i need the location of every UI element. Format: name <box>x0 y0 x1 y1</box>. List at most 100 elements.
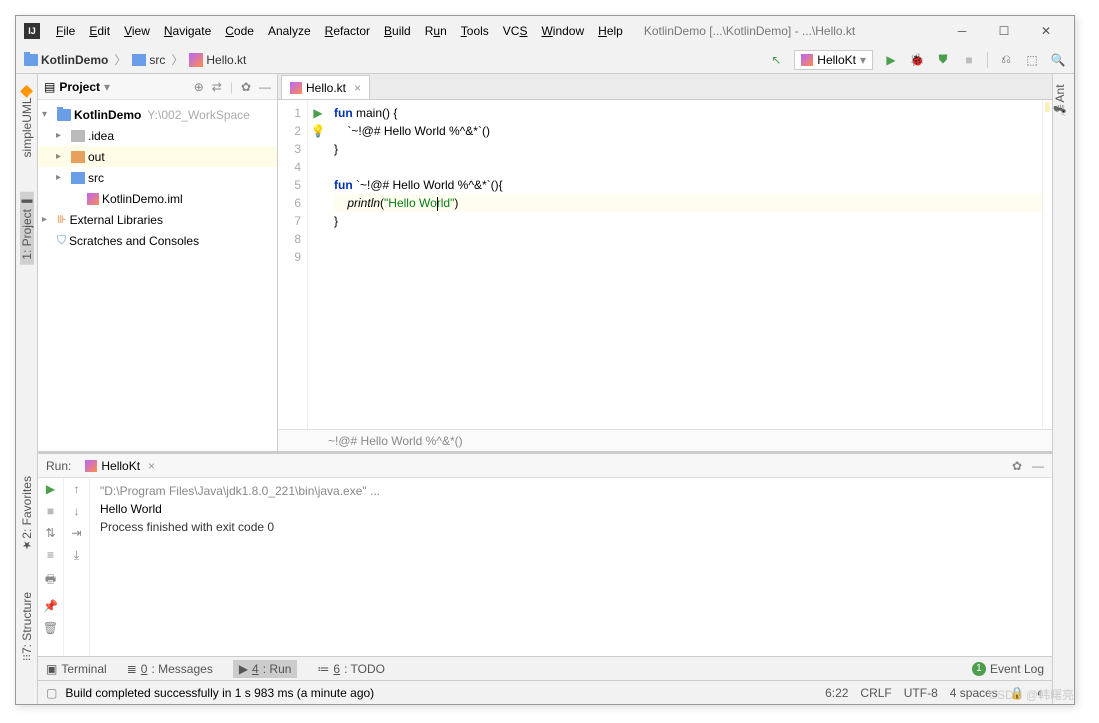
gear-icon[interactable]: ✿ <box>1012 459 1022 473</box>
folder-icon <box>71 172 85 184</box>
tree-iml[interactable]: KotlinDemo.iml <box>38 188 277 209</box>
bb-run[interactable]: ▶ 4: Run <box>233 660 298 678</box>
nav-bar: KotlinDemo 〉 src 〉 Hello.kt ↖ HelloKt ▾ … <box>16 46 1074 74</box>
menu-bar: File Edit View Navigate Code Analyze Ref… <box>50 21 629 41</box>
chevron-right-icon: 〉 <box>171 51 183 68</box>
code-editor[interactable]: 123456789 ▶ 💡 fun main() { `~!@# Hello W… <box>278 100 1052 429</box>
stop-icon[interactable]: ■ <box>47 504 54 518</box>
title-bar: IJ File Edit View Navigate Code Analyze … <box>16 16 1074 46</box>
rail-structure[interactable]: ⁝⁝ 7: Structure <box>20 587 34 666</box>
toolbar-right: ↖ HelloKt ▾ ▶ 🐞 ⛊ ■ ⎌ ⬚ 🔍 <box>768 50 1066 70</box>
rail-ant[interactable]: 🐜 Ant <box>1053 79 1067 120</box>
menu-build[interactable]: Build <box>378 21 417 41</box>
tree-root[interactable]: ▾KotlinDemoY:\002_WorkSpace <box>38 104 277 125</box>
tree-external-libs[interactable]: ▸⊪External Libraries <box>38 209 277 230</box>
menu-analyze[interactable]: Analyze <box>262 21 317 41</box>
menu-help[interactable]: Help <box>592 21 629 41</box>
hide-icon[interactable]: — <box>1032 459 1044 473</box>
menu-window[interactable]: Window <box>535 21 590 41</box>
rail-project[interactable]: 1: Project ▬ <box>20 192 34 265</box>
debug-button[interactable]: 🐞 <box>909 52 925 68</box>
console-output[interactable]: "D:\Program Files\Java\jdk1.8.0_221\bin\… <box>90 478 1052 656</box>
line-separator[interactable]: CRLF <box>860 686 891 700</box>
bc-project[interactable]: KotlinDemo <box>24 53 108 67</box>
code-lines: fun main() { `~!@# Hello World %^&*`() }… <box>328 100 1042 429</box>
tree-src[interactable]: ▸src <box>38 167 277 188</box>
run-button[interactable]: ▶ <box>883 52 899 68</box>
scroll-icon[interactable]: ⤓ <box>74 548 79 563</box>
layout-icon[interactable]: ⬚ <box>1024 52 1040 68</box>
error-stripe[interactable] <box>1042 100 1052 429</box>
bulb-icon[interactable]: 💡 <box>308 122 328 140</box>
hammer-icon[interactable]: ↖ <box>768 52 784 68</box>
folder-icon <box>132 54 146 66</box>
search-icon[interactable]: 🔍 <box>1050 52 1066 68</box>
trash-icon[interactable]: 🗑 <box>43 621 58 635</box>
menu-code[interactable]: Code <box>219 21 260 41</box>
run-tool-window: Run: HelloKt × ✿ — ▶ ■ ⇅ <box>38 451 1052 656</box>
cursor-position[interactable]: 6:22 <box>825 686 848 700</box>
window-controls: ─ ☐ ✕ <box>950 19 1058 43</box>
center-column: ▤ Project ▾ ⊕ ⇄ | ✿ — ▾KotlinDemoY:\002_… <box>38 74 1052 704</box>
menu-vcs[interactable]: VCS <box>497 21 534 41</box>
menu-tools[interactable]: Tools <box>455 21 495 41</box>
git-icon[interactable]: ⎌ <box>998 52 1014 68</box>
bb-messages[interactable]: ≣ 0: Messages <box>127 662 213 676</box>
line-number-gutter: 123456789 <box>278 100 308 429</box>
editor-tab-hello[interactable]: Hello.kt × <box>281 75 370 99</box>
run-tab[interactable]: HelloKt × <box>81 457 159 475</box>
target-icon[interactable]: ⊕ <box>194 80 204 94</box>
close-button[interactable]: ✕ <box>1034 19 1058 43</box>
down-icon[interactable]: ↓ <box>74 504 80 518</box>
notification-badge-icon: 1 <box>972 662 986 676</box>
wrap-icon[interactable]: ⇥ <box>71 526 81 540</box>
folder-icon <box>71 130 85 142</box>
chevron-right-icon: 〉 <box>114 51 126 68</box>
rail-simpleuml[interactable]: simpleUML 🔶 <box>20 79 34 162</box>
status-hide-icon[interactable]: ▢ <box>46 686 57 700</box>
menu-edit[interactable]: Edit <box>83 21 116 41</box>
bb-todo[interactable]: ≔ 6: TODO <box>317 662 385 676</box>
tree-out[interactable]: ▸out <box>38 146 277 167</box>
window-title: KotlinDemo [...\KotlinDemo] - ...\Hello.… <box>644 24 950 38</box>
upper-split: ▤ Project ▾ ⊕ ⇄ | ✿ — ▾KotlinDemoY:\002_… <box>38 74 1052 451</box>
bb-eventlog[interactable]: 1 Event Log <box>972 662 1044 676</box>
tree-scratches[interactable]: ⛉Scratches and Consoles <box>38 230 277 251</box>
layout-icon[interactable]: ⇅ <box>45 526 55 540</box>
right-tool-rail: 🐜 Ant <box>1052 74 1074 704</box>
menu-refactor[interactable]: Refactor <box>319 21 376 41</box>
pin-icon[interactable]: 📌 <box>43 599 58 613</box>
bc-src[interactable]: src <box>132 53 165 67</box>
close-tab-icon[interactable]: × <box>148 459 155 473</box>
tree-idea[interactable]: ▸.idea <box>38 125 277 146</box>
scratches-icon: ⛉ <box>57 233 66 248</box>
rail-favorites[interactable]: ★ 2: Favorites <box>20 471 34 557</box>
export-icon[interactable]: ≡ <box>47 548 54 562</box>
menu-view[interactable]: View <box>118 21 156 41</box>
bb-terminal[interactable]: ▣ Terminal <box>46 662 107 676</box>
rerun-icon[interactable]: ▶ <box>46 482 55 496</box>
status-message: Build completed successfully in 1 s 983 … <box>65 686 374 700</box>
run-body: ▶ ■ ⇅ ≡ 🖶 📌 🗑 ↑ ↓ ⇥ ⤓ <box>38 478 1052 656</box>
coverage-button[interactable]: ⛊ <box>935 52 951 68</box>
menu-navigate[interactable]: Navigate <box>158 21 217 41</box>
up-icon[interactable]: ↑ <box>74 482 80 496</box>
stop-button[interactable]: ■ <box>961 52 977 68</box>
editor-breadcrumb[interactable]: ~!@# Hello World %^&*() <box>278 429 1052 451</box>
close-tab-icon[interactable]: × <box>354 81 361 95</box>
menu-run[interactable]: Run <box>419 21 453 41</box>
print-icon[interactable]: 🖶 <box>45 570 56 591</box>
gear-icon[interactable]: ✿ <box>241 80 251 94</box>
project-panel-title[interactable]: ▤ Project ▾ <box>44 80 188 94</box>
bc-file[interactable]: Hello.kt <box>189 53 246 67</box>
project-panel-header: ▤ Project ▾ ⊕ ⇄ | ✿ — <box>38 74 277 100</box>
encoding[interactable]: UTF-8 <box>904 686 938 700</box>
menu-file[interactable]: File <box>50 21 81 41</box>
hide-icon[interactable]: — <box>259 80 271 94</box>
run-config-selector[interactable]: HelloKt ▾ <box>794 50 873 70</box>
run-gutter-icon[interactable]: ▶ <box>308 104 328 122</box>
minimize-button[interactable]: ─ <box>950 19 974 43</box>
maximize-button[interactable]: ☐ <box>992 19 1016 43</box>
run-title: Run: <box>46 459 71 473</box>
expand-icon[interactable]: ⇄ <box>212 80 222 94</box>
